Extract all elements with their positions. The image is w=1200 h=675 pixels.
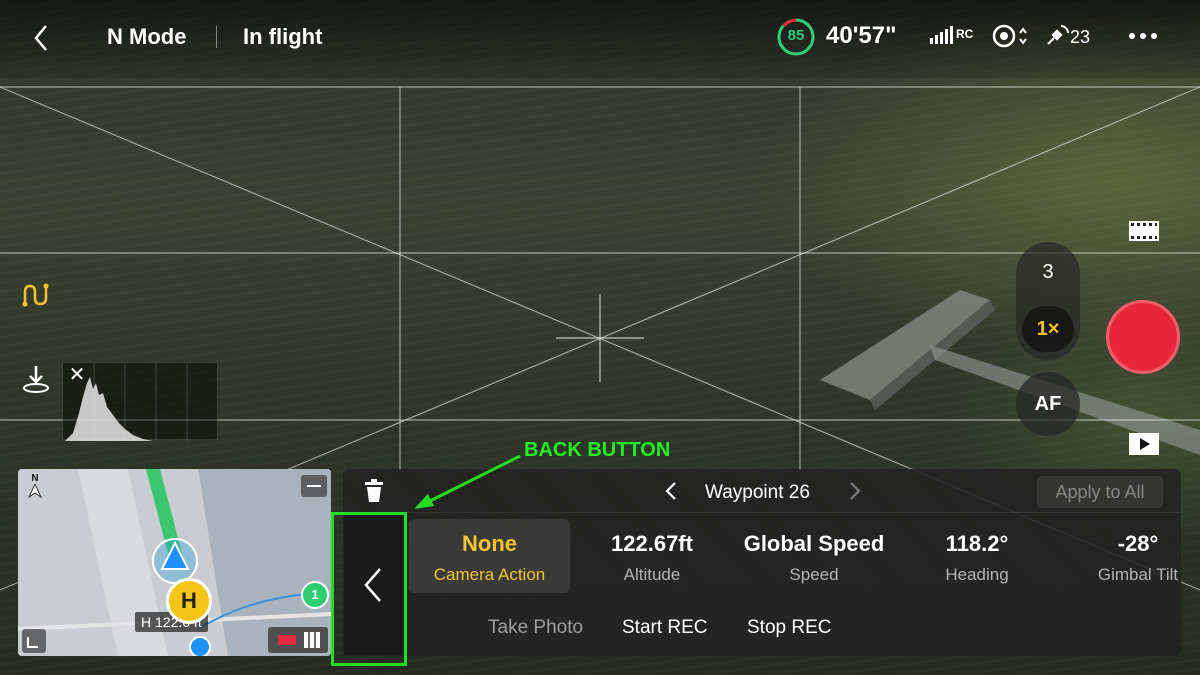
divider [216,26,217,48]
param-camera-action[interactable]: None Camera Action [409,519,570,593]
apply-to-all-button[interactable]: Apply to All [1037,476,1163,508]
param-label: Camera Action [433,565,546,584]
back-chevron-icon[interactable] [28,20,54,56]
chevron-left-icon[interactable] [661,479,681,503]
param-label: Speed [789,565,839,584]
param-value: 118.2° [945,531,1009,556]
histogram-close-button[interactable]: ✕ [67,365,87,385]
vision-sensor-icon[interactable] [992,24,1030,48]
param-label: Altitude [623,565,681,584]
gps-satellite-count: 23 [1070,27,1091,47]
action-stop-rec[interactable]: Stop REC [747,617,831,639]
chevron-right-icon[interactable] [845,479,865,503]
map-layers-icon [278,632,320,648]
annotation-highlight-box [331,512,407,666]
param-value: 122.67ft [611,531,693,556]
map-expand-button[interactable] [22,629,46,653]
north-label: N [31,473,39,484]
north-arrow-icon [28,484,42,498]
gps-icon[interactable] [1046,24,1070,48]
mini-map[interactable]: N H 122.6 ft H 1 [18,469,331,656]
landing-icon[interactable] [22,364,50,394]
flight-state: In flight [243,24,323,49]
signal-strength-icon[interactable] [930,26,954,44]
waypoint-marker[interactable]: 1 [301,581,329,609]
autofocus-button[interactable]: AF [1016,372,1080,436]
record-button[interactable] [1106,300,1180,374]
rc-label: RC [956,27,974,41]
annotation-label: BACK BUTTON [524,439,671,461]
flight-mode[interactable]: N Mode [107,24,186,50]
playback-icon[interactable] [1128,432,1160,456]
camera-action-options: Take Photo Start REC Stop REC [409,605,1109,649]
param-value: None [462,531,517,556]
param-heading[interactable]: 118.2° Heading [896,519,1058,593]
map-layer-toggle[interactable] [268,627,328,653]
map-minimize-button[interactable] [301,475,327,497]
param-label: Gimbal Tilt [1097,565,1179,584]
delete-icon[interactable] [363,479,385,503]
param-value: -28° [1117,531,1159,556]
action-take-photo[interactable]: Take Photo [488,617,583,639]
expand-corner-icon [27,637,38,648]
histogram-panel: ✕ [62,362,218,441]
param-altitude[interactable]: 122.67ft Altitude [572,519,732,593]
waypoint-title: Waypoint 26 [705,482,810,503]
param-speed[interactable]: Global Speed Speed [732,519,896,593]
param-label: Heading [945,565,1009,584]
remaining-flight-time: 40'57" [826,22,897,49]
home-point-marker: H [166,578,212,624]
center-crosshair [556,294,644,382]
annotation-arrow [414,454,521,509]
param-value: Global Speed [743,531,885,556]
zoom-option-3x[interactable]: 3 [1026,254,1070,290]
action-start-rec[interactable]: Start REC [622,617,708,639]
waypoint-route-icon[interactable] [22,282,50,308]
zoom-option-1x-active[interactable]: 1× [1022,306,1074,352]
map-north-indicator: N [28,473,42,498]
more-icon[interactable] [1128,32,1158,40]
battery-percent: 85 [787,27,805,44]
param-gimbal-tilt[interactable]: -28° Gimbal Tilt [1058,519,1181,593]
status-bar: N Mode In flight 85 40'57" RC 23 [0,0,1200,78]
film-strip-icon[interactable] [1128,220,1160,242]
waypoint-params: None Camera Action 122.67ft Altitude Glo… [409,519,1181,593]
